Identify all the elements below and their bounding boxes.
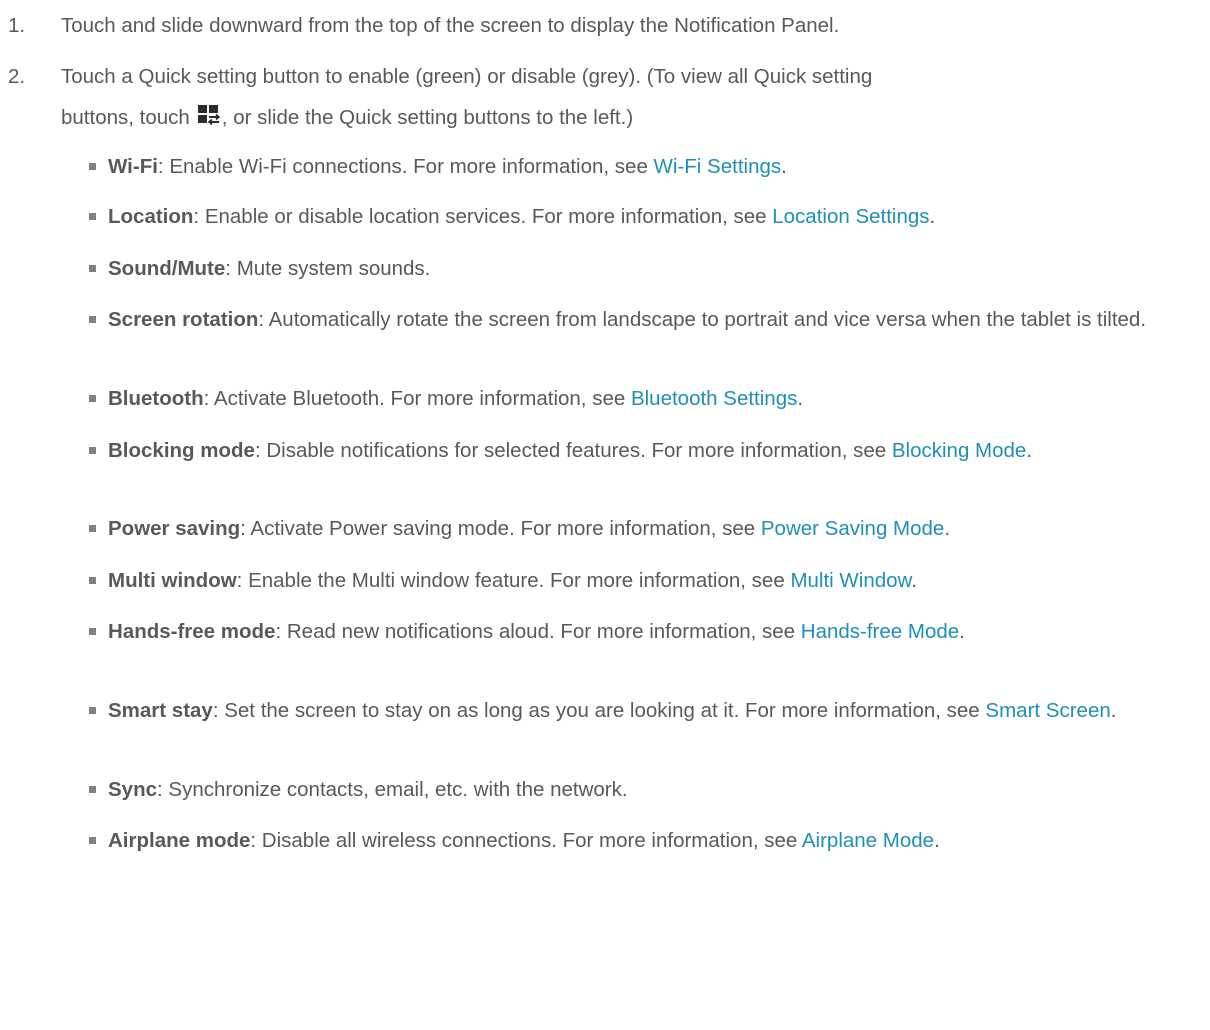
bullet-square-icon <box>89 707 96 714</box>
bullet-square-icon <box>89 213 96 220</box>
list-item-text: Hands-free mode: Read new notifications … <box>108 617 1198 646</box>
list-item-term: Wi-Fi <box>108 155 158 178</box>
list-item-term: Airplane mode <box>108 829 251 852</box>
list-item-text: Blocking mode: Disable notifications for… <box>108 436 1198 465</box>
list-item-term: Blocking mode <box>108 439 255 462</box>
list-item-period: . <box>934 829 940 852</box>
see-also-link[interactable]: Airplane Mode <box>802 829 934 852</box>
list-item-text: Multi window: Enable the Multi window fe… <box>108 566 1198 595</box>
list-item-term: Location <box>108 205 194 228</box>
list-item-description: : Activate Power saving mode. For more i… <box>240 517 761 540</box>
list-item-text: Power saving: Activate Power saving mode… <box>108 514 1198 543</box>
list-item-period: . <box>944 517 951 540</box>
list-item-description: : Disable notifications for selected fea… <box>254 439 892 462</box>
list-item-description: : Automatically rotate the screen from l… <box>258 308 1147 331</box>
list-item-description: : Read new notifications aloud. For more… <box>275 620 801 643</box>
list-item-text: Smart stay: Set the screen to stay on as… <box>108 696 1198 725</box>
list-item-description: : Activate Bluetooth. For more informati… <box>203 387 631 410</box>
step-text-line2: buttons, touch , or slide the Quick sett… <box>61 101 633 135</box>
list-item-term: Multi window <box>108 569 237 592</box>
list-item-text: Bluetooth: Activate Bluetooth. For more … <box>108 384 1198 413</box>
list-item-description: : Enable or disable location services. F… <box>193 205 773 228</box>
list-item-period: . <box>911 569 917 592</box>
see-also-link[interactable]: Hands-free Mode <box>801 620 959 643</box>
list-item-text: Sound/Mute: Mute system sounds. <box>108 254 1198 283</box>
bullet-square-icon <box>89 786 96 793</box>
see-also-link[interactable]: Smart Screen <box>985 699 1110 722</box>
list-item-text: Screen rotation: Automatically rotate th… <box>108 305 1198 334</box>
see-also-link[interactable]: Blocking Mode <box>892 439 1026 462</box>
list-item-text: Location: Enable or disable location ser… <box>108 202 1198 231</box>
list-item-period: . <box>1026 439 1033 462</box>
step-text: Touch and slide downward from the top of… <box>61 14 840 37</box>
list-item-period: . <box>959 620 965 643</box>
bullet-square-icon <box>89 628 96 635</box>
see-also-link[interactable]: Wi-Fi Settings <box>654 155 782 178</box>
list-item-description: : Set the screen to stay on as long as y… <box>212 699 986 722</box>
quick-settings-grid-icon <box>197 105 220 125</box>
list-item-period: . <box>929 205 936 228</box>
list-item-description: : Disable all wireless connections. For … <box>250 829 802 852</box>
bullet-square-icon <box>89 577 96 584</box>
step-number: 2. <box>8 65 26 88</box>
list-item-description: : Mute system sounds. <box>225 257 431 280</box>
list-item-text: Sync: Synchronize contacts, email, etc. … <box>108 775 1198 804</box>
list-item-period: . <box>1110 699 1117 722</box>
bullet-square-icon <box>89 265 96 272</box>
bullet-square-icon <box>89 837 96 844</box>
step-text-after-icon: , or slide the Quick setting buttons to … <box>221 106 634 129</box>
see-also-link[interactable]: Power Saving Mode <box>761 517 944 540</box>
bullet-square-icon <box>89 163 96 170</box>
list-item-text: Airplane mode: Disable all wireless conn… <box>108 826 1198 855</box>
step-text-line1: Touch a Quick setting button to enable (… <box>61 65 873 88</box>
list-item-description: : Synchronize contacts, email, etc. with… <box>157 778 628 801</box>
list-item-description: : Enable Wi-Fi connections. For more inf… <box>157 155 654 178</box>
step-number: 1. <box>8 14 26 37</box>
bullet-square-icon <box>89 447 96 454</box>
list-item-description: : Enable the Multi window feature. For m… <box>236 569 791 592</box>
bullet-square-icon <box>89 525 96 532</box>
see-also-link[interactable]: Bluetooth Settings <box>631 387 797 410</box>
list-item-term: Smart stay <box>108 699 213 722</box>
bullet-square-icon <box>89 395 96 402</box>
list-item-period: . <box>797 387 804 410</box>
list-item-text: Wi-Fi: Enable Wi-Fi connections. For mor… <box>108 152 1198 181</box>
list-item-term: Sound/Mute <box>108 257 226 280</box>
list-item-term: Screen rotation <box>108 308 259 331</box>
step-text-before-icon: buttons, touch <box>61 106 190 129</box>
list-item-term: Bluetooth <box>108 387 204 410</box>
list-item-period: . <box>781 155 787 178</box>
bullet-square-icon <box>89 316 96 323</box>
list-item-term: Power saving <box>108 517 241 540</box>
list-item-term: Sync <box>108 778 157 801</box>
list-item-term: Hands-free mode <box>108 620 276 643</box>
see-also-link[interactable]: Location Settings <box>772 205 929 228</box>
see-also-link[interactable]: Multi Window <box>790 569 911 592</box>
